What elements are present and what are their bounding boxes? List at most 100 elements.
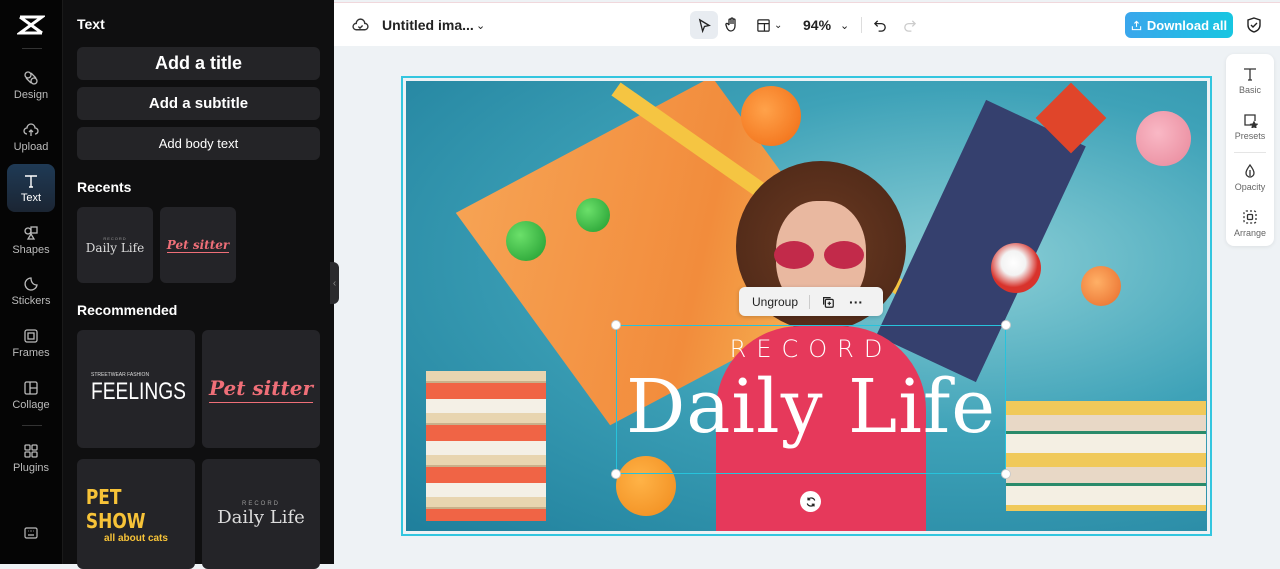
duplicate-icon [823,296,834,308]
rail-label: Design [13,88,49,101]
rail-item-upload[interactable]: Upload [7,113,55,161]
design-icon [24,70,38,85]
left-rail: Design Upload Text Shapes Stickers Frame… [0,0,63,564]
text-selection-box[interactable]: RECORD Daily Life [611,320,1011,479]
side-tool-opacity[interactable]: Opacity [1226,155,1274,199]
recommended-heading: Recommended [77,302,178,318]
arrange-icon [1243,209,1257,224]
collapse-panel-button[interactable]: ‹ [330,262,339,304]
hand-tool-button[interactable] [724,3,740,47]
download-label: Download all [1146,17,1228,33]
recent-template-daily-life[interactable]: RECORD Daily Life [77,207,153,283]
rotate-handle[interactable] [800,491,821,512]
recommended-template-daily-life[interactable]: RECORD Daily Life [202,459,320,569]
frame-icon [24,328,38,343]
resize-handle-bottom-right[interactable] [1001,469,1011,479]
capcut-logo[interactable] [17,14,45,36]
rotate-icon [806,496,815,507]
shield-button[interactable] [1246,3,1262,47]
orange-ball [741,86,801,146]
rail-label: Shapes [12,243,50,256]
rail-item-design[interactable]: Design [7,61,55,109]
redo-button[interactable] [902,3,917,47]
undo-button[interactable] [873,3,888,47]
template-main-text: Daily Life [85,240,145,255]
properties-toolbar: Basic Presets Opacity Arrange [1226,54,1274,246]
rail-item-text[interactable]: Text [7,164,55,212]
resize-handle-top-left[interactable] [611,320,621,330]
book-stack [426,371,546,521]
text-icon [1244,67,1256,81]
side-tool-label: Presets [1234,130,1266,141]
resize-handle-top-right[interactable] [1001,320,1011,330]
zoom-chevron-down-icon[interactable]: ⌄ [840,3,849,47]
template-main-text: Pet sitter [166,237,230,253]
ungroup-button[interactable]: Ungroup [752,295,798,309]
canvas-text-record[interactable]: RECORD [617,335,1005,363]
plugins-icon [24,443,38,458]
side-tool-presets[interactable]: Presets [1226,104,1274,148]
title-chevron-down-icon[interactable]: ⌄ [476,3,485,47]
resize-handle-bottom-left[interactable] [611,469,621,479]
opacity-icon [1245,163,1255,178]
more-options-icon[interactable]: ··· [849,294,863,310]
recents-heading: Recents [77,179,132,195]
side-tool-arrange[interactable]: Arrange [1226,201,1274,245]
redo-icon [904,19,917,32]
cloud-sync-icon[interactable] [352,3,369,47]
add-body-text-button[interactable]: Add body text [77,127,320,160]
divider [861,17,862,33]
keyboard-icon [24,526,38,539]
side-tool-label: Basic [1238,84,1261,95]
recommended-template-pet-show[interactable]: PET SHOW all about cats [77,459,195,569]
keyboard-shortcuts-button[interactable] [7,514,55,554]
rail-item-plugins[interactable]: Plugins [7,434,55,482]
recent-template-pet-sitter[interactable]: Pet sitter [160,207,236,283]
download-all-button[interactable]: Download all [1125,12,1233,38]
rail-item-frames[interactable]: Frames [7,319,55,367]
template-main-text: Daily Life [217,506,305,528]
export-icon [1131,20,1142,30]
sticker-icon [24,276,38,291]
layout-icon [757,18,770,32]
green-ball [576,198,610,232]
document-title[interactable]: Untitled ima... [382,3,474,47]
rail-item-stickers[interactable]: Stickers [7,267,55,315]
shapes-icon [24,225,38,240]
divider [1234,152,1266,153]
add-title-button[interactable]: Add a title [77,47,320,80]
rail-label: Stickers [11,294,51,307]
add-subtitle-button[interactable]: Add a subtitle [77,87,320,120]
context-toolbar: Ungroup ··· [739,287,883,316]
template-main-text: PET SHOW [85,484,146,533]
undo-icon [873,19,886,32]
rail-label: Frames [12,346,50,359]
rail-label: Upload [13,140,49,153]
zoom-level[interactable]: 94% [803,3,831,47]
hand-icon [725,17,736,32]
panel-title: Text [77,16,105,32]
side-tool-basic[interactable]: Basic [1226,58,1274,102]
green-ball [506,221,546,261]
rail-item-collage[interactable]: Collage [7,371,55,419]
template-sub-text: all about cats [104,532,168,544]
text-icon [25,174,37,188]
red-ball [991,243,1041,293]
collage-icon [24,380,38,395]
rail-item-shapes[interactable]: Shapes [7,216,55,264]
template-main-text: FEELINGS [91,378,186,405]
pink-ball [1136,111,1191,166]
top-bar: Untitled ima... ⌄ ⌄ 94% ⌄ Download all [334,2,1280,46]
duplicate-button[interactable] [821,295,835,309]
rail-label: Text [20,191,42,204]
recommended-template-pet-sitter[interactable]: Pet sitter [202,330,320,448]
recommended-template-feelings[interactable]: STREETWEAR FASHION FEELINGS [77,330,195,448]
layout-button[interactable]: ⌄ [756,3,782,47]
shield-check-icon [1247,17,1261,33]
rail-label: Plugins [12,461,50,474]
select-tool-button[interactable] [690,11,718,39]
pointer-icon [698,17,711,33]
orange-ball [1081,266,1121,306]
canvas-text-daily-life[interactable]: Daily Life [617,364,1005,450]
side-tool-label: Opacity [1234,181,1266,192]
